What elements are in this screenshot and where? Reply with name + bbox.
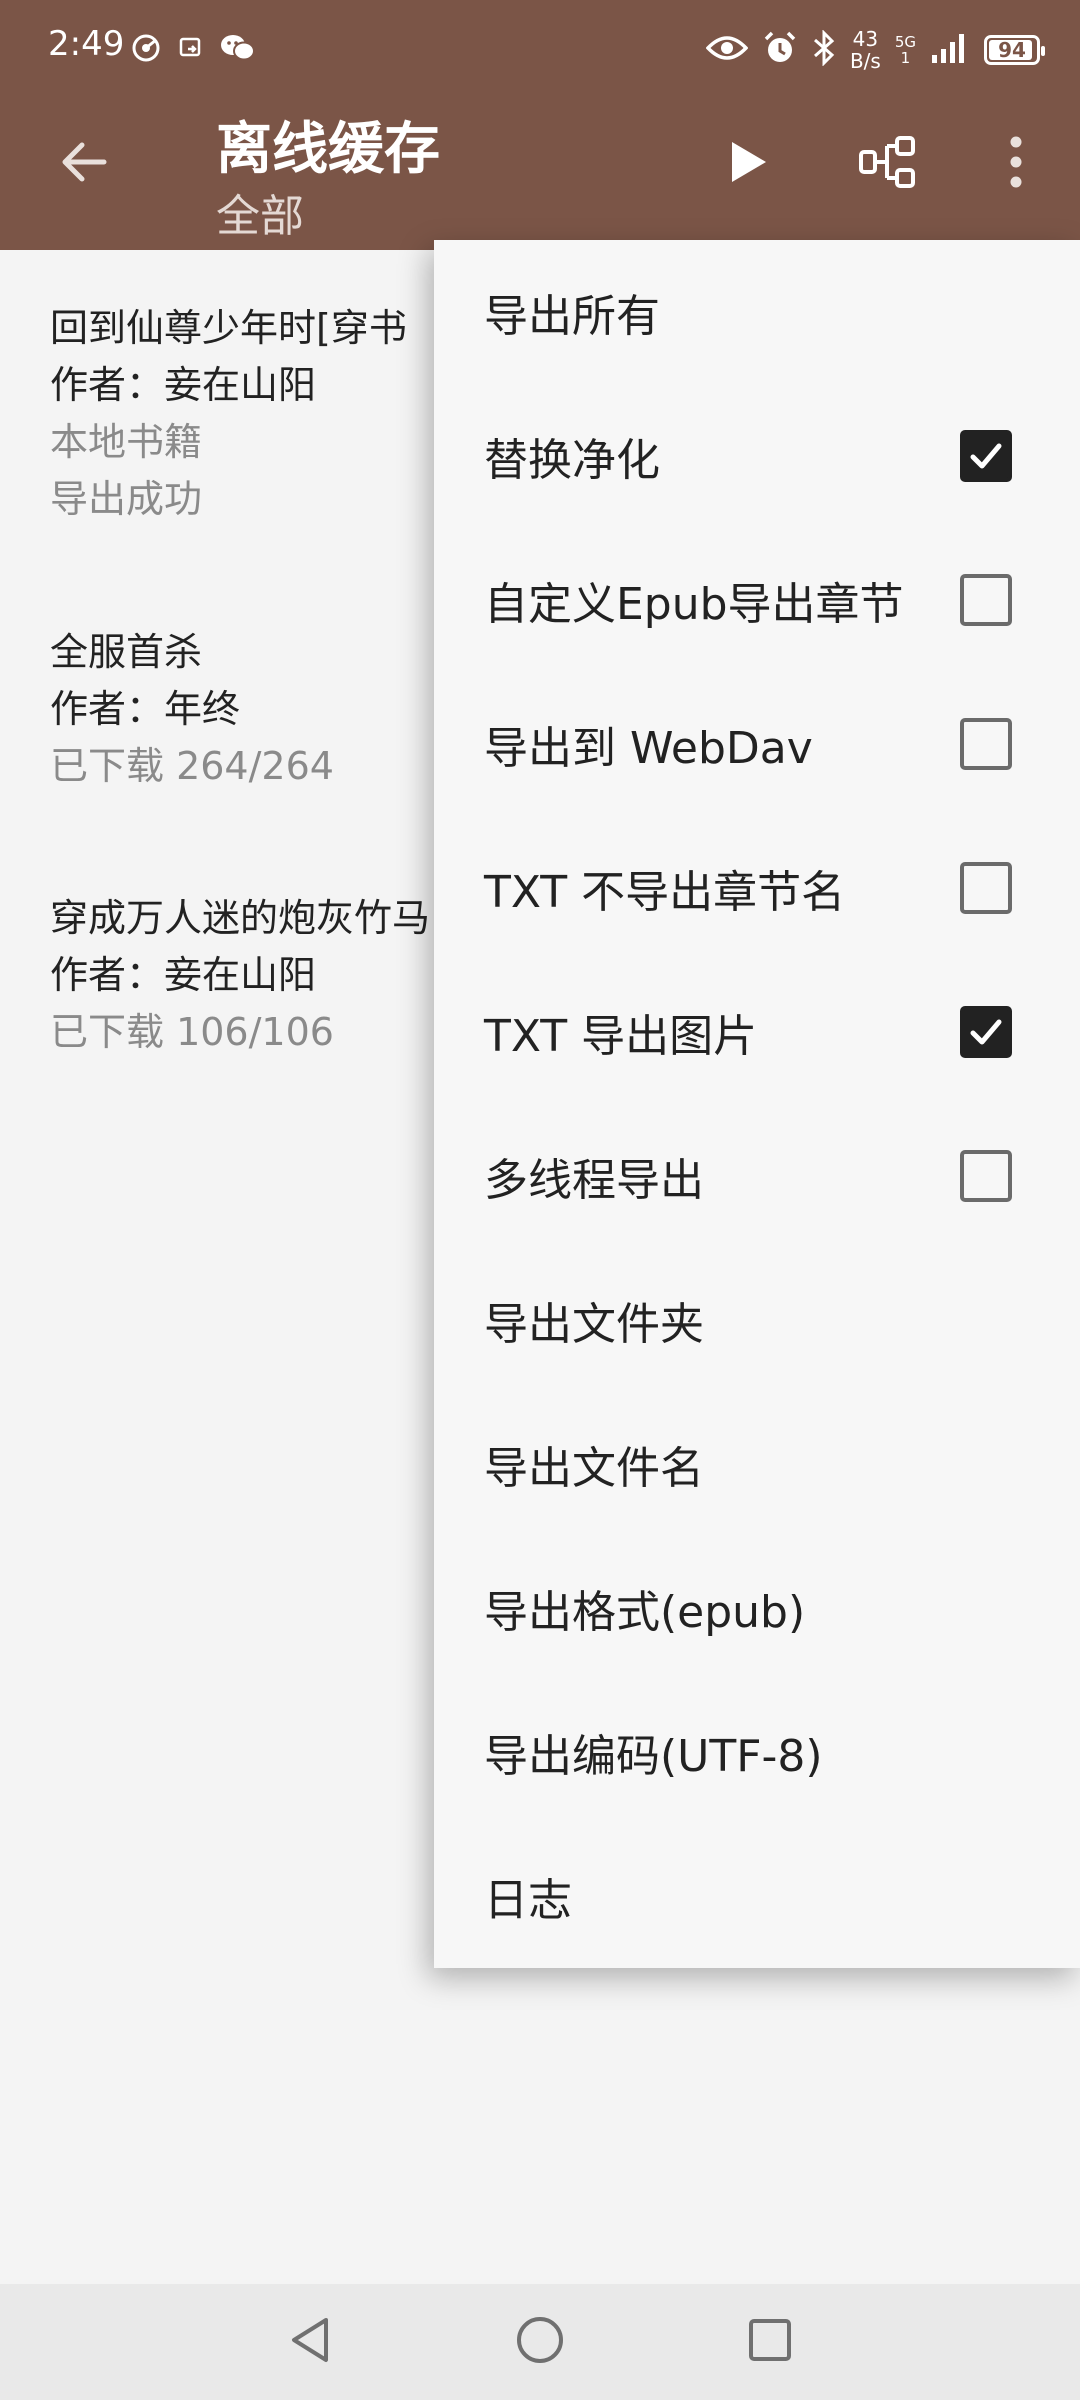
more-options-button[interactable]	[980, 128, 1052, 200]
menu-item-label: 导出格式(epub)	[484, 1587, 806, 1638]
battery-level: 94	[998, 38, 1026, 62]
menu-item-label: 导出文件夹	[484, 1299, 704, 1350]
net-speed-value: 43	[852, 27, 879, 51]
menu-item-label: 替换净化	[484, 435, 660, 486]
status-time: 2:49	[48, 24, 125, 64]
menu-item-export-format[interactable]: 导出格式(epub)	[434, 1536, 1080, 1680]
net-speed-unit: B/s	[849, 49, 881, 73]
checkbox-export-webdav[interactable]	[960, 718, 1012, 770]
menu-item-label: 导出到 WebDav	[484, 723, 813, 774]
page-title: 离线缓存	[216, 117, 440, 182]
menu-item-label: 日志	[484, 1875, 572, 1926]
nav-home-icon	[514, 2314, 566, 2370]
more-vert-icon	[1006, 134, 1026, 194]
menu-item-export-encoding[interactable]: 导出编码(UTF-8)	[434, 1680, 1080, 1824]
menu-item-replace-purify[interactable]: 替换净化	[434, 384, 1080, 528]
menu-item-txt-export-images[interactable]: TXT 导出图片	[434, 960, 1080, 1104]
net-type-label: 5G	[894, 33, 916, 51]
menu-item-label: TXT 不导出章节名	[484, 867, 846, 918]
checkbox-txt-no-chapter-names[interactable]	[960, 862, 1012, 914]
net-speed: 43 B/s	[850, 28, 881, 72]
back-arrow-icon	[56, 134, 112, 194]
page-subtitle[interactable]: 全部	[216, 180, 304, 244]
eye-icon	[705, 34, 749, 66]
menu-item-multithread-export[interactable]: 多线程导出	[434, 1104, 1080, 1248]
hotspot-icon	[130, 32, 162, 68]
battery-icon: 94	[984, 35, 1045, 65]
menu-item-label: 导出所有	[484, 291, 660, 342]
menu-item-export-all[interactable]: 导出所有	[434, 240, 1080, 384]
back-button[interactable]	[48, 128, 120, 200]
toolbar: 离线缓存 全部	[0, 100, 1080, 250]
navigation-bar	[0, 2284, 1080, 2400]
menu-item-export-folder[interactable]: 导出文件夹	[434, 1248, 1080, 1392]
bluetooth-icon	[812, 29, 836, 70]
group-icon	[857, 134, 919, 194]
checkbox-custom-epub-chapters[interactable]	[960, 574, 1012, 626]
menu-item-txt-no-chapter-names[interactable]: TXT 不导出章节名	[434, 816, 1080, 960]
group-button[interactable]	[852, 128, 924, 200]
status-bar: 2:49 43 B/s 5G 1 94	[0, 0, 1080, 100]
status-right-icons: 43 B/s 5G 1 94	[705, 24, 1045, 76]
checkbox-txt-export-images[interactable]	[960, 1006, 1012, 1058]
menu-item-export-filename[interactable]: 导出文件名	[434, 1392, 1080, 1536]
cast-icon	[178, 35, 204, 65]
check-icon	[970, 443, 1002, 469]
play-icon	[726, 138, 770, 190]
menu-item-custom-epub-chapters[interactable]: 自定义Epub导出章节	[434, 528, 1080, 672]
nav-back-icon	[286, 2314, 334, 2370]
status-left-icons	[130, 30, 256, 70]
nav-recent-button[interactable]	[726, 2298, 814, 2386]
net-sim-label: 1	[900, 49, 911, 67]
menu-item-label: 多线程导出	[484, 1155, 704, 1206]
menu-item-label: 自定义Epub导出章节	[484, 579, 904, 630]
menu-item-export-webdav[interactable]: 导出到 WebDav	[434, 672, 1080, 816]
menu-item-label: 导出编码(UTF-8)	[484, 1731, 823, 1782]
wechat-icon	[220, 33, 256, 67]
nav-recent-icon	[746, 2316, 794, 2368]
net-type: 5G 1	[895, 34, 916, 66]
signal-icon	[930, 31, 970, 69]
menu-item-label: TXT 导出图片	[484, 1011, 758, 1062]
app-header: 2:49 43 B/s 5G 1 94 离线缓存 全部	[0, 0, 1080, 250]
menu-item-label: 导出文件名	[484, 1443, 704, 1494]
nav-back-button[interactable]	[266, 2298, 354, 2386]
menu-item-log[interactable]: 日志	[434, 1824, 1080, 1968]
nav-home-button[interactable]	[496, 2298, 584, 2386]
checkbox-multithread-export[interactable]	[960, 1150, 1012, 1202]
checkbox-replace-purify[interactable]	[960, 430, 1012, 482]
play-button[interactable]	[712, 128, 784, 200]
alarm-icon	[762, 30, 798, 70]
overflow-menu: 导出所有 替换净化 自定义Epub导出章节 导出到 WebDav TXT 不导出…	[434, 240, 1080, 1968]
check-icon	[970, 1019, 1002, 1045]
